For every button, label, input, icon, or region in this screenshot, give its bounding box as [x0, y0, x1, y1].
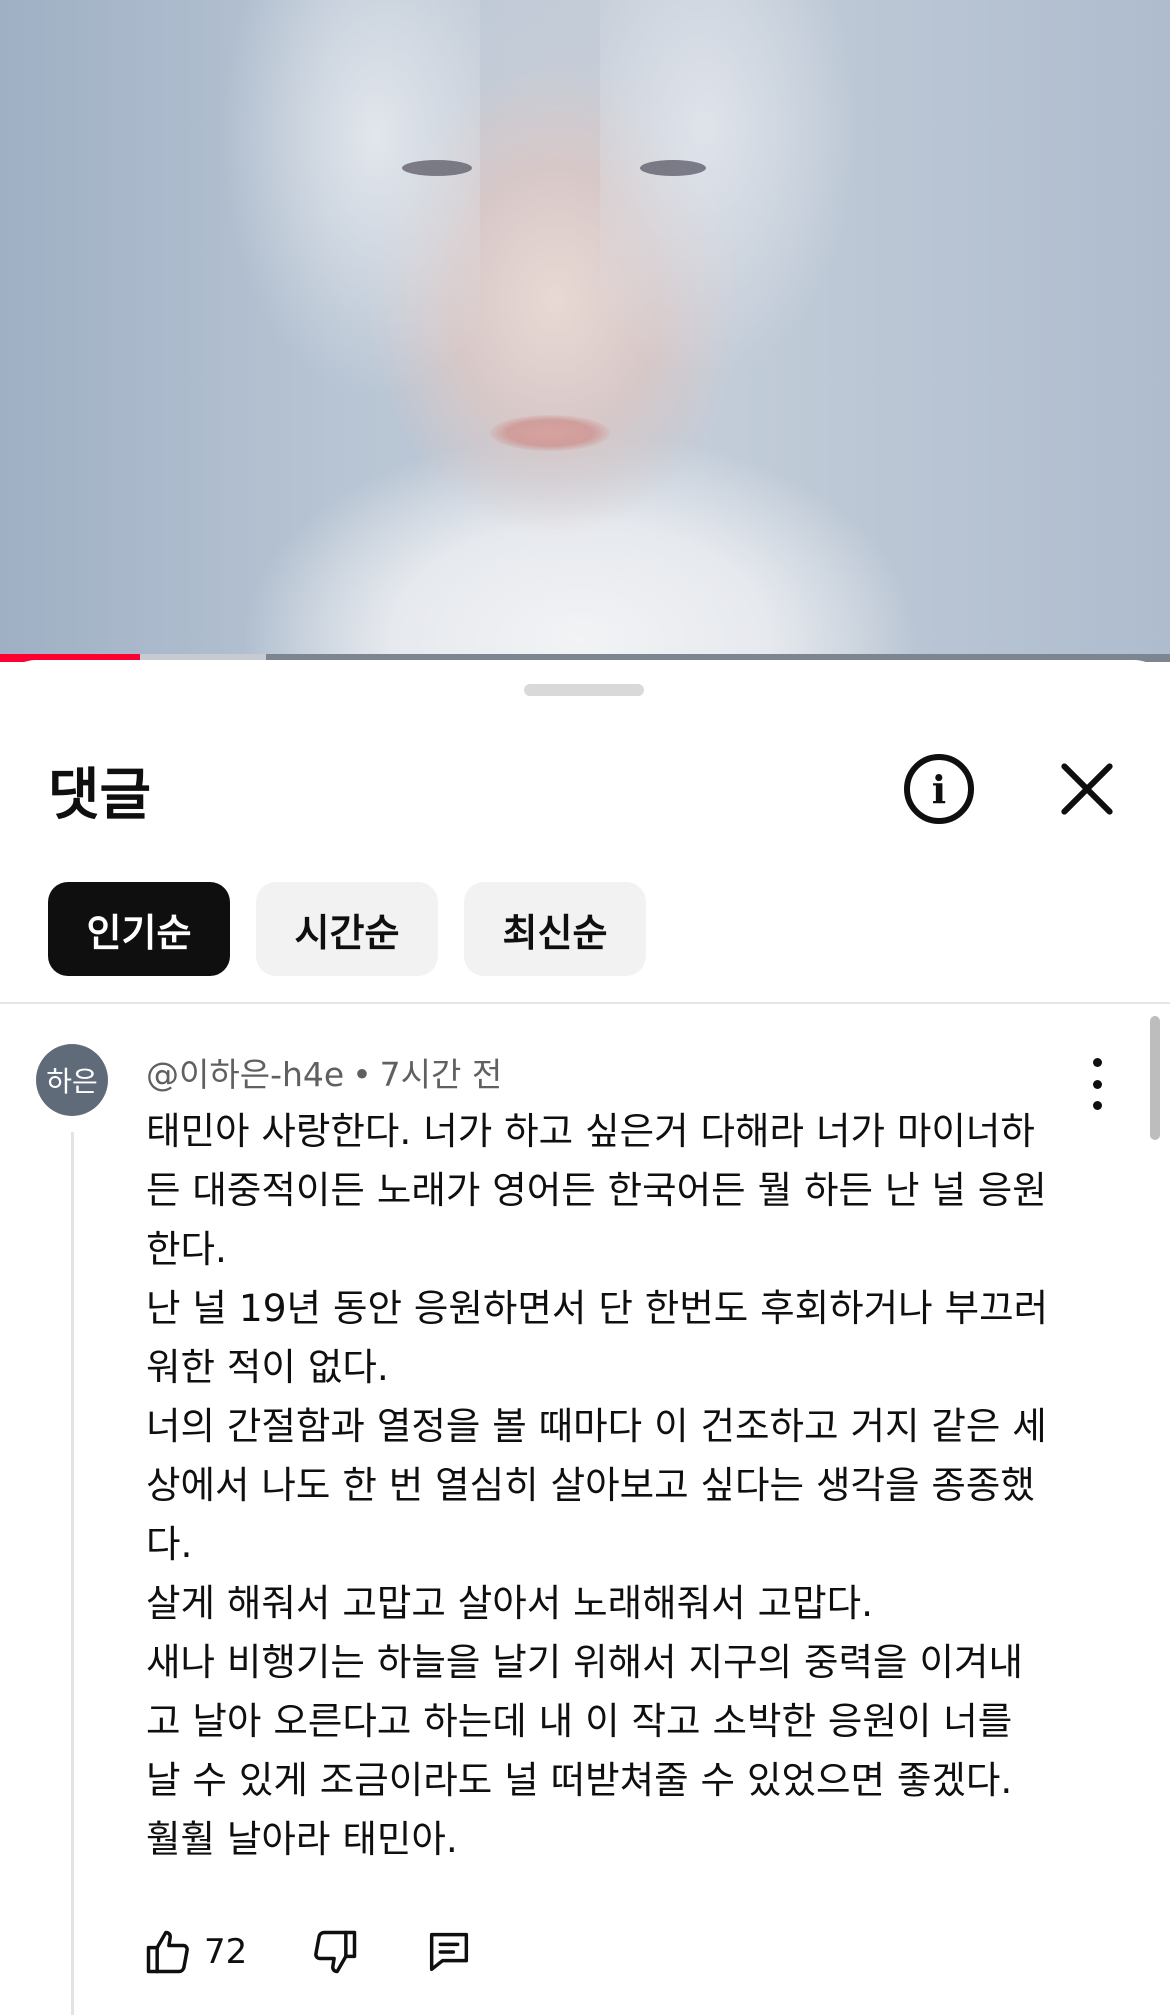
divider — [0, 1002, 1170, 1004]
comments-sheet: 댓글 i 인기순 시간순 최신순 하은 @이하은-h4e • 7시간 전 태민아 사… — [0, 660, 1170, 2015]
comment-line: 상에서 나도 한 번 열심히 살아보고 싶다는 생각을 종종했 — [146, 1463, 1035, 1507]
video-frame-detail — [220, 0, 480, 400]
like-count: 72 — [204, 1932, 248, 1972]
drag-handle[interactable] — [524, 684, 644, 696]
comment-line: 고 날아 오른다고 하는데 내 이 작고 소박한 응원이 너를 — [146, 1699, 1013, 1743]
comment-line: 훨훨 날아라 태민아. — [146, 1817, 458, 1861]
close-icon[interactable] — [1056, 758, 1118, 820]
comment-time: 7시간 전 — [379, 1055, 503, 1094]
sort-chip-time[interactable]: 시간순 — [256, 882, 438, 976]
comment-line: 워한 적이 없다. — [146, 1345, 389, 1389]
video-frame-detail — [640, 160, 706, 176]
comment-body: 태민아 사랑한다. 너가 하고 싶은거 다해라 너가 마이너하 든 대중적이든 … — [146, 1102, 1096, 1869]
info-icon[interactable]: i — [904, 754, 974, 824]
thread-line — [71, 1132, 74, 2015]
video-frame-detail — [490, 415, 610, 451]
comment-actions: 72 — [142, 1922, 475, 1982]
sort-chip-newest[interactable]: 최신순 — [464, 882, 646, 976]
comment-line: 다. — [146, 1522, 193, 1566]
sort-chip-popular[interactable]: 인기순 — [48, 882, 230, 976]
comment-line: 새나 비행기는 하늘을 날기 위해서 지구의 중력을 이겨내 — [146, 1640, 1023, 1684]
comment-meta: @이하은-h4e • 7시간 전 — [146, 1048, 502, 1096]
reply-icon[interactable] — [423, 1926, 475, 1978]
video-player[interactable] — [0, 0, 1170, 662]
comment-line: 너의 간절함과 열정을 볼 때마다 이 건조하고 거지 같은 세 — [146, 1404, 1047, 1448]
comments-title: 댓글 — [48, 763, 152, 828]
video-frame-detail — [600, 0, 860, 380]
comment-line: 든 대중적이든 노래가 영어든 한국어든 뭘 하든 난 널 응원 — [146, 1168, 1047, 1212]
separator-dot: • — [352, 1055, 372, 1094]
comment-line: 날 수 있게 조금이라도 널 떠받쳐줄 수 있었으면 좋겠다. — [146, 1758, 1013, 1802]
scrollbar[interactable] — [1150, 1016, 1160, 1140]
comment-line: 태민아 사랑한다. 너가 하고 싶은거 다해라 너가 마이너하 — [146, 1109, 1035, 1153]
thumbs-down-icon[interactable] — [309, 1926, 361, 1978]
avatar[interactable]: 하은 — [36, 1044, 108, 1116]
video-frame-detail — [402, 160, 472, 176]
comment-author[interactable]: @이하은-h4e — [146, 1055, 344, 1094]
thumbs-up-icon[interactable] — [142, 1926, 194, 1978]
sort-chips: 인기순 시간순 최신순 — [48, 882, 646, 976]
comment-line: 한다. — [146, 1227, 227, 1271]
comment-line: 난 널 19년 동안 응원하면서 단 한번도 후회하거나 부끄러 — [146, 1286, 1049, 1330]
comment-line: 살게 해줘서 고맙고 살아서 노래해줘서 고맙다. — [146, 1581, 874, 1625]
